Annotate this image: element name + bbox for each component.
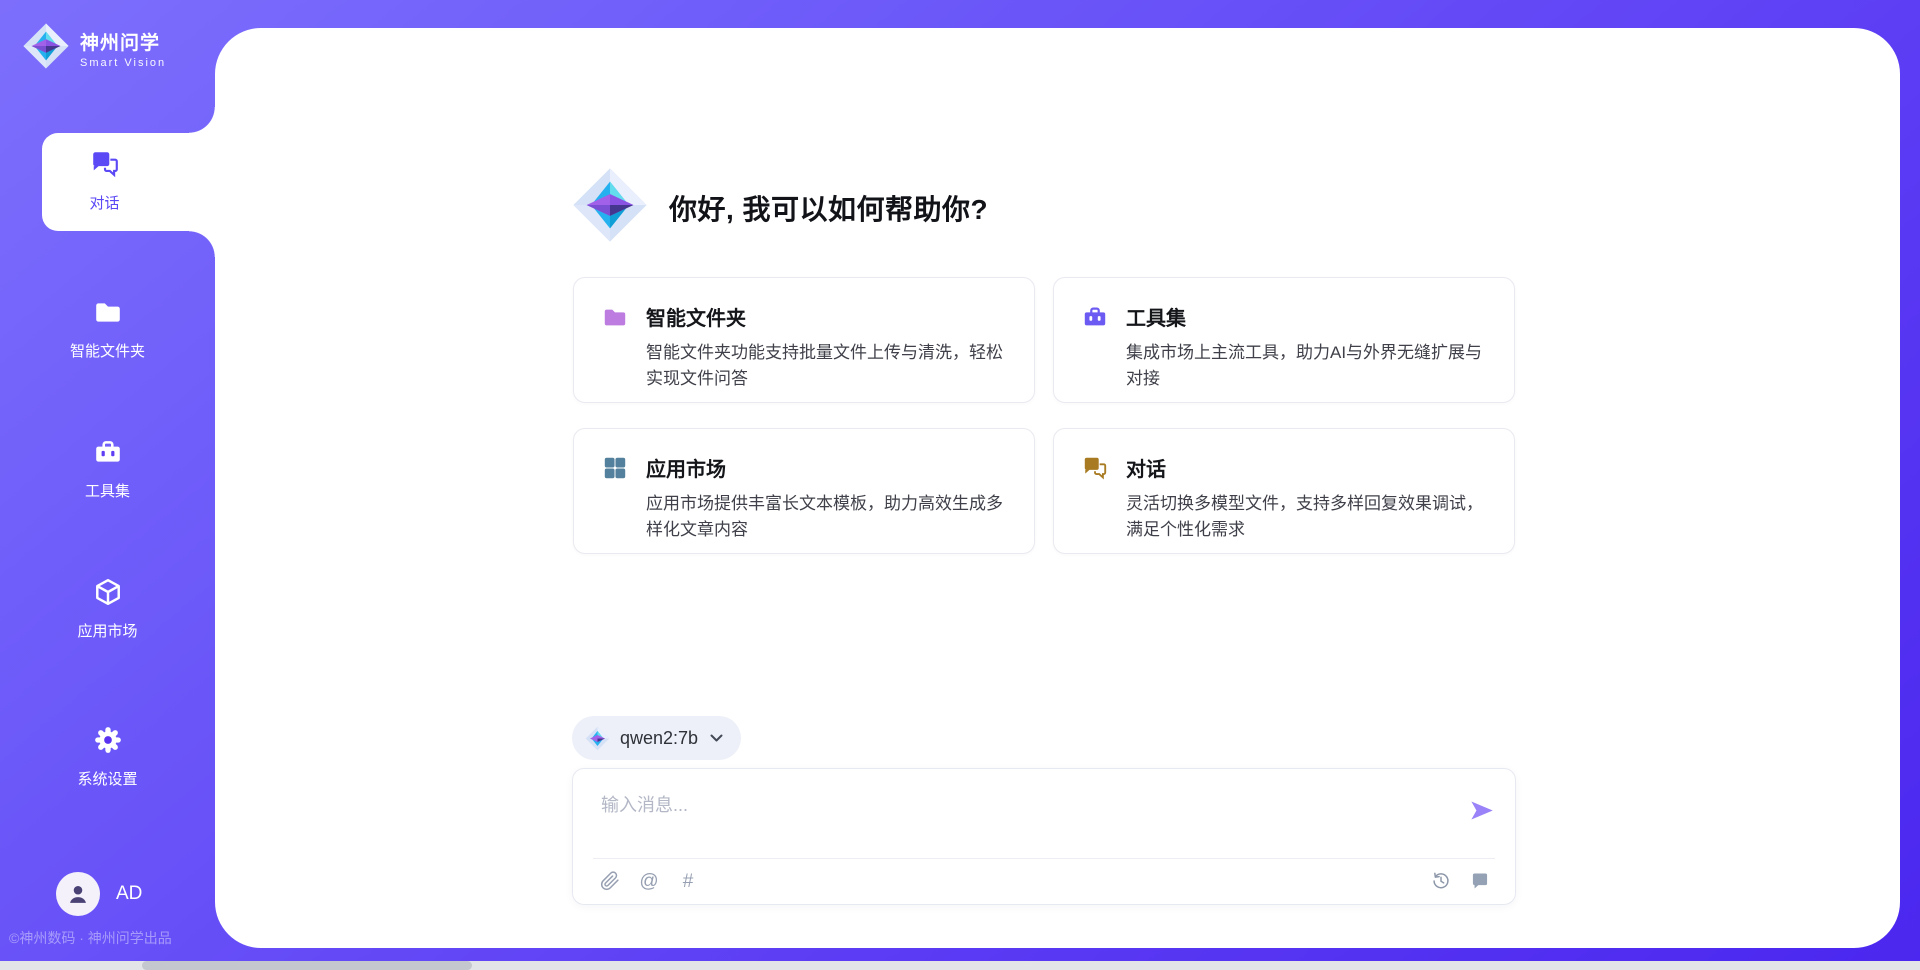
sidebar-item-settings[interactable]: 系统设置 xyxy=(0,709,215,807)
avatar xyxy=(56,872,100,916)
card-title: 对话 xyxy=(1126,453,1166,482)
card-description: 集成市场上主流工具，助力AI与外界无缝扩展与对接 xyxy=(1126,340,1486,391)
message-input[interactable]: 输入消息... xyxy=(601,791,1445,847)
person-icon xyxy=(65,881,91,907)
sidebar-item-toolset[interactable]: 工具集 xyxy=(0,421,215,519)
card-title: 应用市场 xyxy=(646,453,726,482)
sidebar-item-label: 智能文件夹 xyxy=(70,340,145,361)
folder-icon xyxy=(602,304,628,330)
user-profile[interactable]: AD xyxy=(56,872,142,916)
history-icon[interactable] xyxy=(1430,870,1452,892)
brand-diamond-icon xyxy=(22,22,70,75)
chat-bubbles-icon xyxy=(90,149,120,183)
card-description: 灵活切换多模型文件，支持多样回复效果调试，满足个性化需求 xyxy=(1126,491,1486,542)
card-title: 工具集 xyxy=(1126,302,1186,331)
chevron-down-icon xyxy=(710,734,723,743)
sidebar-item-label: 对话 xyxy=(89,192,119,213)
cube-icon xyxy=(93,577,123,611)
card-title: 智能文件夹 xyxy=(646,302,746,331)
card-chat[interactable]: 对话 灵活切换多模型文件，支持多样回复效果调试，满足个性化需求 xyxy=(1053,428,1515,554)
grid-icon xyxy=(602,455,628,481)
card-toolset[interactable]: 工具集 集成市场上主流工具，助力AI与外界无缝扩展与对接 xyxy=(1053,277,1515,403)
briefcase-icon xyxy=(1082,304,1108,330)
paperclip-icon[interactable] xyxy=(599,870,621,892)
copyright-footer: ©神州数码 · 神州问学出品 xyxy=(9,928,172,948)
at-icon[interactable]: @ xyxy=(638,870,660,892)
feature-cards: 智能文件夹 智能文件夹功能支持批量文件上传与清洗，轻松实现文件问答 工具集 集成… xyxy=(573,277,1515,554)
comment-icon[interactable] xyxy=(1469,870,1491,892)
send-icon xyxy=(1468,797,1495,824)
brand-subtitle: Smart Vision xyxy=(80,57,166,69)
model-name: qwen2:7b xyxy=(620,728,698,749)
brand-name: 神州问学 xyxy=(80,28,166,55)
message-composer: 输入消息... @ # xyxy=(572,768,1516,905)
hash-icon[interactable]: # xyxy=(677,870,699,892)
greeting-title: 你好, 我可以如何帮助你? xyxy=(669,188,988,228)
divider xyxy=(593,858,1495,859)
greeting-hero: 你好, 我可以如何帮助你? xyxy=(571,166,988,249)
card-smart-folder[interactable]: 智能文件夹 智能文件夹功能支持批量文件上传与清洗，轻松实现文件问答 xyxy=(573,277,1035,403)
main-panel: 你好, 我可以如何帮助你? 智能文件夹 智能文件夹功能支持批量文件上传与清洗，轻… xyxy=(215,28,1900,948)
sidebar-item-app-market[interactable]: 应用市场 xyxy=(0,561,215,659)
sidebar-item-chat[interactable]: 对话 xyxy=(42,133,215,231)
gear-icon xyxy=(93,725,123,759)
send-button[interactable] xyxy=(1468,797,1495,824)
user-name: AD xyxy=(116,883,142,905)
card-description: 应用市场提供丰富长文本模板，助力高效生成多样化文章内容 xyxy=(646,491,1006,542)
card-description: 智能文件夹功能支持批量文件上传与清洗，轻松实现文件问答 xyxy=(646,340,1006,391)
brand-diamond-icon xyxy=(571,166,649,249)
sidebar-item-label: 工具集 xyxy=(85,480,130,501)
card-app-market[interactable]: 应用市场 应用市场提供丰富长文本模板，助力高效生成多样化文章内容 xyxy=(573,428,1035,554)
model-selector[interactable]: qwen2:7b xyxy=(572,716,741,760)
sidebar-item-label: 应用市场 xyxy=(77,620,137,641)
chat-bubbles-icon xyxy=(1082,455,1108,481)
brand: 神州问学 Smart Vision xyxy=(22,22,166,75)
brand-diamond-icon xyxy=(585,726,610,751)
sidebar-item-label: 系统设置 xyxy=(77,768,137,789)
sidebar: 神州问学 Smart Vision 对话 智能文件夹 xyxy=(0,0,215,970)
scrollbar-thumb[interactable] xyxy=(142,961,472,970)
briefcase-icon xyxy=(93,437,123,471)
horizontal-scrollbar[interactable] xyxy=(0,961,1920,970)
composer-toolbar: @ # xyxy=(599,870,1491,892)
sidebar-item-smart-folder[interactable]: 智能文件夹 xyxy=(0,281,215,379)
folder-icon xyxy=(93,297,123,331)
